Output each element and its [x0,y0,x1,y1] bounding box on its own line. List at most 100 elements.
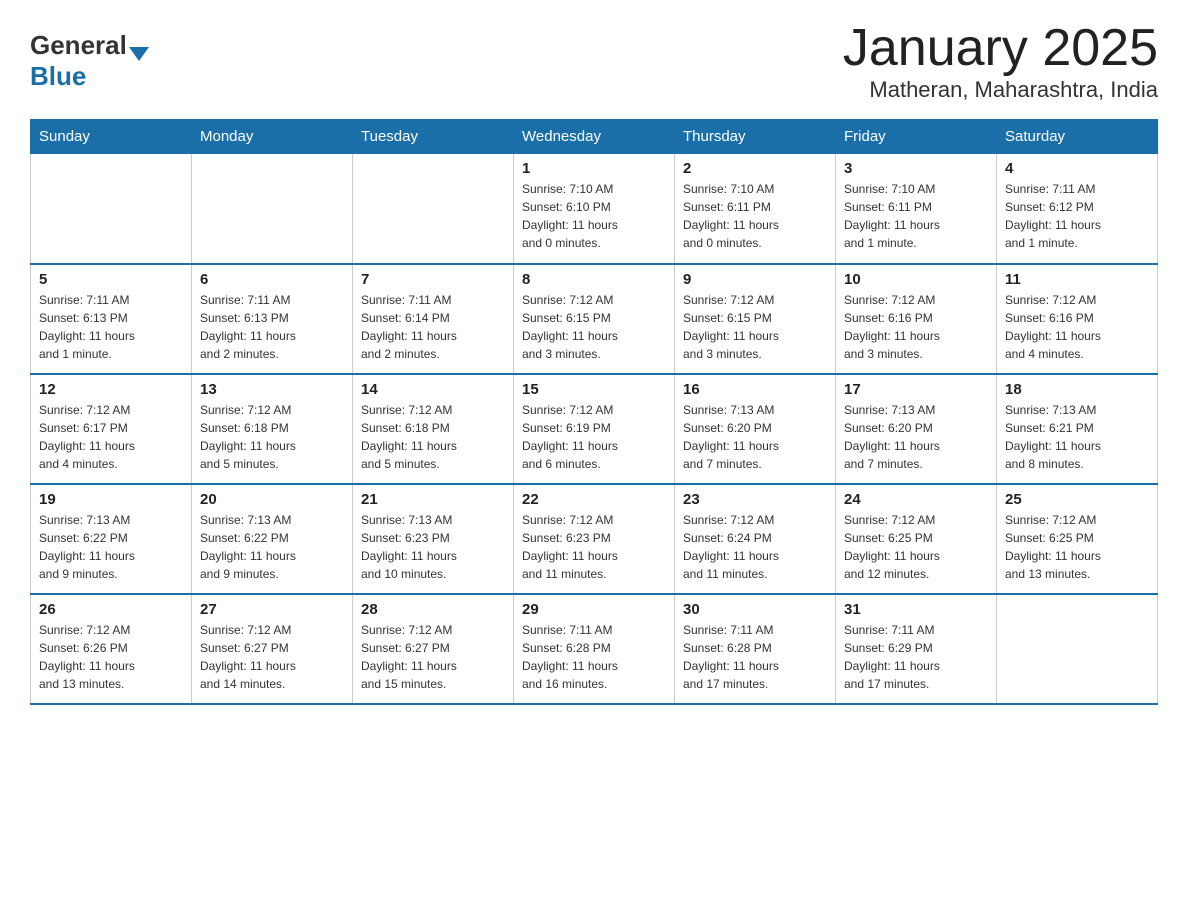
calendar-cell [192,154,353,264]
calendar-cell: 28Sunrise: 7:12 AM Sunset: 6:27 PM Dayli… [353,594,514,704]
calendar-cell: 23 Sunrise: 7:12 AM Sunset: 6:24 PM Dayli… [675,484,836,594]
calendar-cell: 13 Sunrise: 7:12 AM Sunset: 6:18 PM Dayli… [192,374,353,484]
month-title: January 2025 [843,20,1158,77]
calendar-week-row: 1 Sunrise: 7:10 AM Sunset: 6:10 PM Daylig… [31,154,1158,264]
day-number: 24 [844,491,988,508]
calendar-week-row: 26 Sunrise: 7:12 AM Sunset: 6:26 PM Dayli… [31,594,1158,704]
calendar-cell [31,154,192,264]
calendar-cell: 24 Sunrise: 7:12 AM Sunset: 6:25 PM Dayli… [836,484,997,594]
logo-arrow-icon [129,47,149,61]
day-info: Sunrise: 7:11 AM Sunset: 6:28 PM Dayligh… [522,621,666,693]
calendar-week-row: 12Sunrise: 7:12 AM Sunset: 6:17 PM Dayli… [31,374,1158,484]
day-number: 23 [683,491,827,508]
logo-blue-text: Blue [30,61,86,92]
day-number: 17 [844,381,988,398]
calendar-cell: 14Sunrise: 7:12 AM Sunset: 6:18 PM Dayli… [353,374,514,484]
calendar-cell: 22 Sunrise: 7:12 AM Sunset: 6:23 PM Dayli… [514,484,675,594]
day-info: Sunrise: 7:13 AM Sunset: 6:20 PM Dayligh… [844,401,988,473]
day-info: Sunrise: 7:12 AM Sunset: 6:19 PM Dayligh… [522,401,666,473]
day-of-week-header: Saturday [997,120,1158,154]
calendar-cell: 1 Sunrise: 7:10 AM Sunset: 6:10 PM Daylig… [514,154,675,264]
calendar-cell: 19 Sunrise: 7:13 AM Sunset: 6:22 PM Dayli… [31,484,192,594]
day-info: Sunrise: 7:12 AM Sunset: 6:16 PM Dayligh… [1005,291,1149,363]
day-info: Sunrise: 7:11 AM Sunset: 6:29 PM Dayligh… [844,621,988,693]
day-of-week-header: Friday [836,120,997,154]
calendar-cell: 29 Sunrise: 7:11 AM Sunset: 6:28 PM Dayli… [514,594,675,704]
day-info: Sunrise: 7:12 AM Sunset: 6:18 PM Dayligh… [200,401,344,473]
title-section: January 2025 Matheran, Maharashtra, Indi… [843,20,1158,103]
day-info: Sunrise: 7:13 AM Sunset: 6:20 PM Dayligh… [683,401,827,473]
calendar-cell: 12Sunrise: 7:12 AM Sunset: 6:17 PM Dayli… [31,374,192,484]
day-info: Sunrise: 7:12 AM Sunset: 6:27 PM Dayligh… [200,621,344,693]
day-number: 1 [522,160,666,177]
day-info: Sunrise: 7:11 AM Sunset: 6:14 PM Dayligh… [361,291,505,363]
calendar-week-row: 19 Sunrise: 7:13 AM Sunset: 6:22 PM Dayli… [31,484,1158,594]
calendar-cell: 27Sunrise: 7:12 AM Sunset: 6:27 PM Dayli… [192,594,353,704]
day-info: Sunrise: 7:12 AM Sunset: 6:16 PM Dayligh… [844,291,988,363]
calendar-cell [353,154,514,264]
day-number: 4 [1005,160,1149,177]
day-info: Sunrise: 7:12 AM Sunset: 6:25 PM Dayligh… [844,511,988,583]
day-of-week-header: Sunday [31,120,192,154]
page-header: General Blue January 2025 Matheran, Maha… [30,20,1158,103]
calendar-cell: 11Sunrise: 7:12 AM Sunset: 6:16 PM Dayli… [997,264,1158,374]
day-info: Sunrise: 7:11 AM Sunset: 6:13 PM Dayligh… [200,291,344,363]
day-number: 9 [683,271,827,288]
day-number: 6 [200,271,344,288]
logo: General Blue [30,30,149,92]
location-title: Matheran, Maharashtra, India [843,77,1158,103]
calendar-cell: 31 Sunrise: 7:11 AM Sunset: 6:29 PM Dayli… [836,594,997,704]
calendar-cell: 9Sunrise: 7:12 AM Sunset: 6:15 PM Daylig… [675,264,836,374]
calendar-week-row: 5 Sunrise: 7:11 AM Sunset: 6:13 PM Daylig… [31,264,1158,374]
calendar-cell: 17 Sunrise: 7:13 AM Sunset: 6:20 PM Dayli… [836,374,997,484]
day-info: Sunrise: 7:12 AM Sunset: 6:17 PM Dayligh… [39,401,183,473]
calendar-header-row: SundayMondayTuesdayWednesdayThursdayFrid… [31,120,1158,154]
day-number: 21 [361,491,505,508]
day-number: 20 [200,491,344,508]
day-info: Sunrise: 7:11 AM Sunset: 6:28 PM Dayligh… [683,621,827,693]
day-info: Sunrise: 7:13 AM Sunset: 6:23 PM Dayligh… [361,511,505,583]
day-info: Sunrise: 7:12 AM Sunset: 6:15 PM Dayligh… [522,291,666,363]
day-info: Sunrise: 7:13 AM Sunset: 6:22 PM Dayligh… [39,511,183,583]
day-number: 8 [522,271,666,288]
calendar-cell: 20 Sunrise: 7:13 AM Sunset: 6:22 PM Dayli… [192,484,353,594]
day-of-week-header: Thursday [675,120,836,154]
day-info: Sunrise: 7:10 AM Sunset: 6:11 PM Dayligh… [844,180,988,252]
day-number: 2 [683,160,827,177]
calendar-cell: 7Sunrise: 7:11 AM Sunset: 6:14 PM Daylig… [353,264,514,374]
day-info: Sunrise: 7:11 AM Sunset: 6:12 PM Dayligh… [1005,180,1149,252]
calendar-cell: 30 Sunrise: 7:11 AM Sunset: 6:28 PM Dayli… [675,594,836,704]
calendar-cell: 10 Sunrise: 7:12 AM Sunset: 6:16 PM Dayli… [836,264,997,374]
day-number: 3 [844,160,988,177]
day-number: 26 [39,601,183,618]
day-number: 31 [844,601,988,618]
day-info: Sunrise: 7:13 AM Sunset: 6:21 PM Dayligh… [1005,401,1149,473]
day-info: Sunrise: 7:12 AM Sunset: 6:26 PM Dayligh… [39,621,183,693]
calendar-cell: 5 Sunrise: 7:11 AM Sunset: 6:13 PM Daylig… [31,264,192,374]
calendar-cell: 25Sunrise: 7:12 AM Sunset: 6:25 PM Dayli… [997,484,1158,594]
day-number: 22 [522,491,666,508]
calendar-table: SundayMondayTuesdayWednesdayThursdayFrid… [30,119,1158,705]
calendar-cell: 15 Sunrise: 7:12 AM Sunset: 6:19 PM Dayli… [514,374,675,484]
day-number: 16 [683,381,827,398]
day-info: Sunrise: 7:10 AM Sunset: 6:10 PM Dayligh… [522,180,666,252]
day-info: Sunrise: 7:12 AM Sunset: 6:23 PM Dayligh… [522,511,666,583]
day-of-week-header: Monday [192,120,353,154]
calendar-cell: 4 Sunrise: 7:11 AM Sunset: 6:12 PM Daylig… [997,154,1158,264]
day-info: Sunrise: 7:12 AM Sunset: 6:24 PM Dayligh… [683,511,827,583]
day-info: Sunrise: 7:11 AM Sunset: 6:13 PM Dayligh… [39,291,183,363]
calendar-cell: 16 Sunrise: 7:13 AM Sunset: 6:20 PM Dayli… [675,374,836,484]
day-number: 15 [522,381,666,398]
day-number: 10 [844,271,988,288]
day-number: 5 [39,271,183,288]
day-number: 13 [200,381,344,398]
calendar-cell: 21 Sunrise: 7:13 AM Sunset: 6:23 PM Dayli… [353,484,514,594]
day-info: Sunrise: 7:13 AM Sunset: 6:22 PM Dayligh… [200,511,344,583]
day-number: 14 [361,381,505,398]
day-number: 29 [522,601,666,618]
day-number: 30 [683,601,827,618]
calendar-cell: 6 Sunrise: 7:11 AM Sunset: 6:13 PM Daylig… [192,264,353,374]
calendar-cell: 3 Sunrise: 7:10 AM Sunset: 6:11 PM Daylig… [836,154,997,264]
day-number: 19 [39,491,183,508]
day-number: 28 [361,601,505,618]
